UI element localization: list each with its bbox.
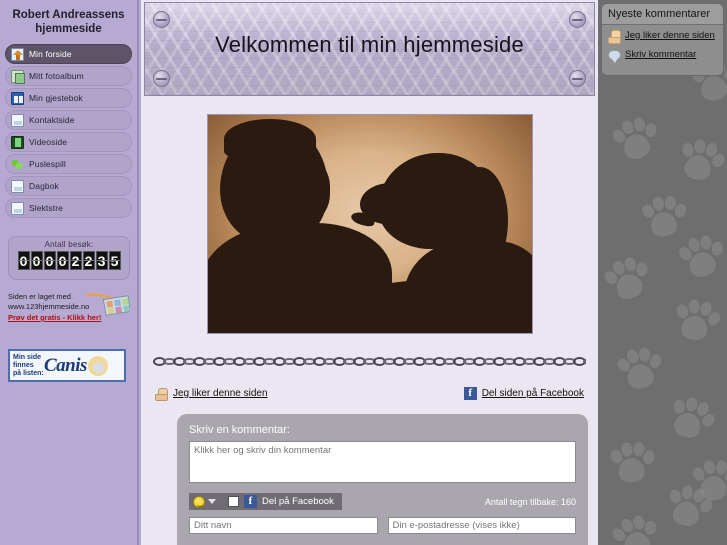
- sidebar-item-label: Videoside: [29, 137, 68, 147]
- facebook-icon: f: [463, 387, 477, 400]
- canis-line-3: på listen:: [13, 369, 44, 377]
- counter-digit: 5: [108, 251, 121, 270]
- sidebar-item-label: Min gjestebok: [29, 93, 83, 103]
- counter-digit: 0: [30, 251, 43, 270]
- visitor-counter: Antall besøk: 00002235: [8, 236, 130, 280]
- promo-swoosh-graphic: [86, 292, 130, 318]
- main-photo-man-and-dog: [206, 114, 533, 334]
- like-page-label: Jeg liker denne siden: [173, 388, 268, 399]
- left-sidebar: Robert Andreassens hjemmeside Min forsid…: [0, 0, 139, 545]
- puzzle-icon: [11, 158, 24, 171]
- comment-fields-row: [189, 517, 576, 534]
- counter-digit: 0: [56, 251, 69, 270]
- page-icon: [11, 113, 24, 127]
- canis-paw-icon: [87, 355, 108, 376]
- panel-write-comment-label: Skriv kommentar: [625, 49, 697, 60]
- comment-form: Skriv en kommentar: f Del på Facebook An…: [177, 414, 588, 545]
- canis-wordmark: Canis: [44, 354, 87, 376]
- thumbs-up-icon: [608, 30, 621, 44]
- smiley-picker-button[interactable]: [189, 493, 220, 510]
- banner-title: Velkommen til min hjemmeside: [215, 32, 524, 57]
- sidebar-item-label: Puslespill: [29, 159, 66, 169]
- smiley-icon: [193, 495, 205, 508]
- sidebar-menu: Min forside Mitt fotoalbum Min gjestebok Ko…: [0, 44, 137, 218]
- counter-digit: 2: [82, 251, 95, 270]
- panel-like-page-label: Jeg liker denne siden: [625, 30, 715, 41]
- sidebar-item-label: Kontaktside: [29, 115, 75, 125]
- home-icon: [11, 47, 24, 61]
- counter-digit: 2: [69, 251, 82, 270]
- share-facebook-label: Del siden på Facebook: [481, 388, 584, 399]
- photo-icon: [11, 69, 25, 84]
- page-icon: [11, 201, 24, 215]
- facebook-share-group[interactable]: f Del på Facebook: [220, 493, 342, 510]
- chevron-down-icon: [208, 499, 216, 504]
- chain-link: [583, 357, 586, 365]
- canis-caption: Min side finnes på listen:: [10, 354, 44, 378]
- canis-banner[interactable]: Min side finnes på listen: Canis: [8, 349, 126, 382]
- sidebar-item-puslespill[interactable]: Puslespill: [5, 154, 132, 174]
- panel-write-comment-link[interactable]: Skriv kommentar: [608, 49, 717, 63]
- comment-toolbar: f Del på Facebook Antall tegn tilbake: 1…: [189, 493, 576, 510]
- site-title: Robert Andreassens hjemmeside: [12, 9, 125, 35]
- right-sidebar: Nyeste kommentarer Jeg liker denne siden…: [598, 0, 727, 545]
- latest-comments-body: Jeg liker denne siden Skriv kommentar: [602, 25, 723, 75]
- 123hjemmeside-promo[interactable]: Siden er laget med www.123hjemmeside.no …: [8, 292, 130, 334]
- screw-icon: [569, 11, 586, 28]
- sidebar-item-label: Mitt fotoalbum: [29, 71, 84, 81]
- counter-digits: 00002235: [9, 251, 129, 270]
- sidebar-item-slektstre[interactable]: Slektstre: [5, 198, 132, 218]
- social-row: Jeg liker denne siden f Del siden på Fac…: [155, 387, 584, 401]
- screw-icon: [569, 70, 586, 87]
- counter-digit: 0: [43, 251, 56, 270]
- name-input[interactable]: [189, 517, 378, 534]
- sidebar-item-dagbok[interactable]: Dagbok: [5, 176, 132, 196]
- sidebar-item-videoside[interactable]: Videoside: [5, 132, 132, 152]
- sidebar-item-min-gjestebok[interactable]: Min gjestebok: [5, 88, 132, 108]
- email-input[interactable]: [387, 517, 576, 534]
- main-content: Velkommen til min hjemmeside Jeg liker d…: [139, 0, 598, 545]
- speech-bubble-icon: [608, 50, 621, 63]
- sidebar-item-label: Min forside: [29, 49, 72, 59]
- sidebar-item-mitt-fotoalbum[interactable]: Mitt fotoalbum: [5, 66, 132, 86]
- character-counter: Antall tegn tilbake: 160: [484, 496, 576, 507]
- sidebar-item-min-forside[interactable]: Min forside: [5, 44, 132, 64]
- facebook-icon: f: [244, 495, 257, 508]
- sidebar-item-label: Slektstre: [29, 203, 63, 213]
- comment-form-title: Skriv en kommentar:: [189, 424, 290, 436]
- latest-comments-header: Nyeste kommentarer: [602, 4, 723, 25]
- video-icon: [11, 135, 24, 149]
- sidebar-item-kontaktside[interactable]: Kontaktside: [5, 110, 132, 130]
- comment-textarea[interactable]: [189, 441, 576, 483]
- facebook-share-checkbox[interactable]: [228, 496, 239, 507]
- screw-icon: [153, 70, 170, 87]
- sidebar-item-label: Dagbok: [29, 181, 59, 191]
- chain-divider: [153, 355, 586, 367]
- like-page-link[interactable]: Jeg liker denne siden: [155, 387, 268, 401]
- counter-label: Antall besøk:: [44, 240, 94, 249]
- screw-icon: [153, 11, 170, 28]
- canis-line-1: Min side: [13, 353, 42, 361]
- page-root: Robert Andreassens hjemmeside Min forsid…: [0, 0, 727, 545]
- book-icon: [11, 91, 24, 105]
- thumbs-up-icon: [155, 387, 168, 401]
- counter-digit: 0: [17, 251, 30, 270]
- share-facebook-link[interactable]: f Del siden på Facebook: [463, 387, 584, 400]
- page-icon: [11, 179, 24, 193]
- photo-container: [141, 114, 598, 339]
- header-banner: Velkommen til min hjemmeside: [144, 2, 595, 96]
- latest-comments-panel: Nyeste kommentarer Jeg liker denne siden…: [601, 3, 724, 76]
- panel-like-page-link[interactable]: Jeg liker denne siden: [608, 30, 717, 44]
- canis-line-2: finnes: [13, 361, 34, 369]
- counter-digit: 3: [95, 251, 108, 270]
- facebook-share-label: Del på Facebook: [262, 496, 334, 507]
